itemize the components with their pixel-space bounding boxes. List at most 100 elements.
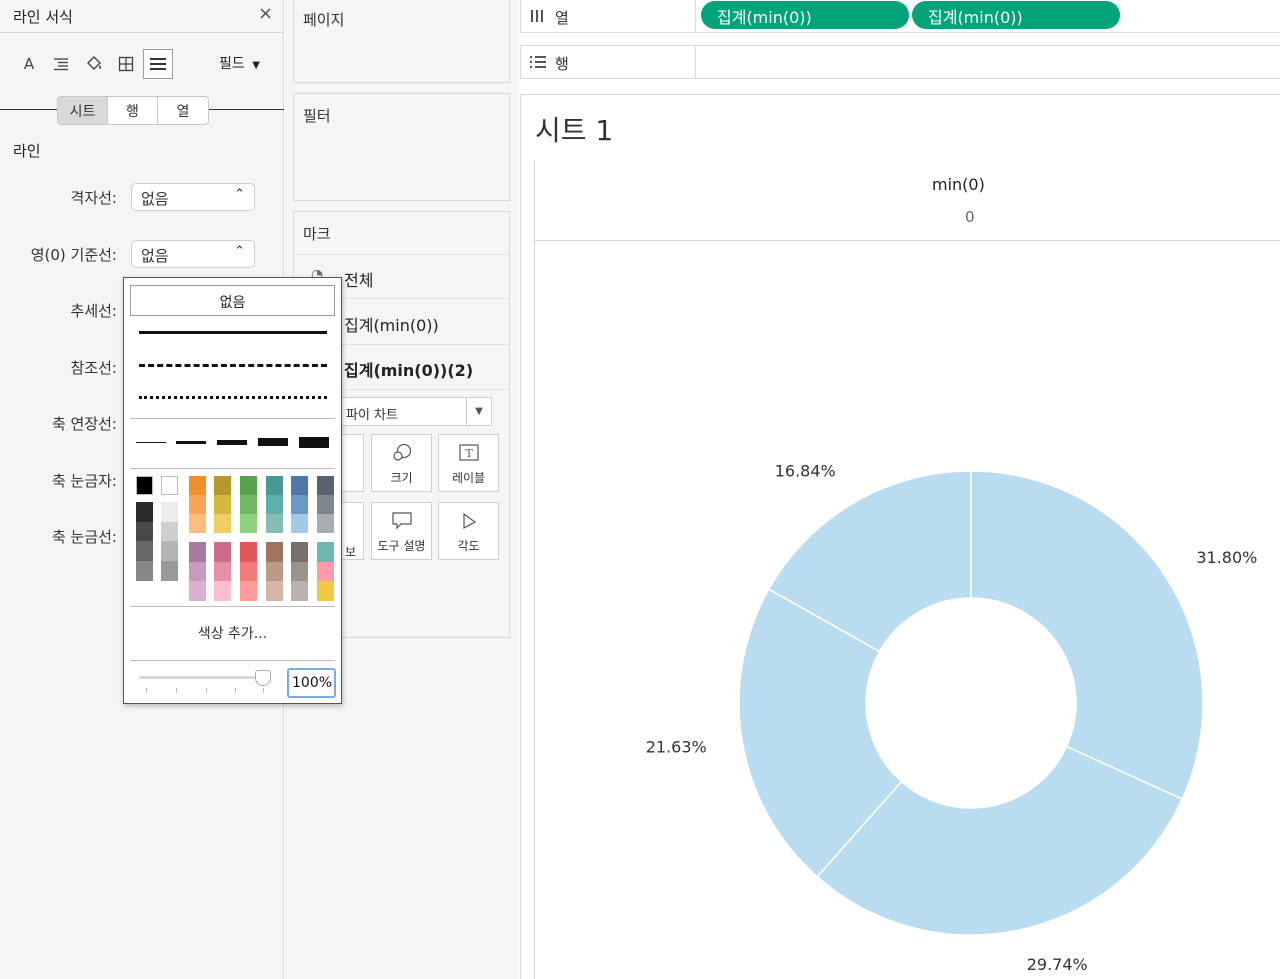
color-swatch[interactable] bbox=[161, 541, 178, 561]
text-label-icon: T bbox=[439, 443, 498, 465]
color-swatch[interactable] bbox=[266, 514, 283, 533]
color-swatch[interactable] bbox=[214, 476, 231, 495]
color-swatch[interactable] bbox=[317, 581, 334, 601]
color-swatch[interactable] bbox=[161, 521, 178, 542]
chevron-down-icon: ▼ bbox=[466, 398, 491, 425]
angle-icon bbox=[439, 511, 498, 533]
slider-tick bbox=[146, 688, 147, 693]
color-swatch[interactable] bbox=[161, 502, 178, 522]
line-weight-5[interactable] bbox=[299, 437, 329, 448]
lines-format-icon[interactable] bbox=[143, 49, 173, 79]
color-swatch[interactable] bbox=[291, 514, 308, 533]
color-swatch[interactable] bbox=[291, 542, 308, 562]
color-swatch[interactable] bbox=[317, 514, 334, 533]
gridlines-select[interactable]: 없음 ⌃ bbox=[131, 183, 255, 211]
line-none-option[interactable]: 없음 bbox=[130, 285, 335, 316]
field-menu-button[interactable]: 필드 ▼ bbox=[219, 53, 260, 73]
tab-sheet[interactable]: 시트 bbox=[58, 97, 108, 124]
color-swatch[interactable] bbox=[189, 476, 206, 495]
color-swatch[interactable] bbox=[189, 542, 206, 562]
filters-card-title: 필터 bbox=[303, 107, 331, 125]
color-swatch[interactable] bbox=[240, 542, 257, 562]
color-swatch[interactable] bbox=[214, 561, 231, 582]
size-button-label: 크기 bbox=[390, 471, 413, 485]
slider-tick bbox=[263, 688, 264, 693]
donut-slice[interactable] bbox=[970, 470, 1204, 801]
rows-shelf[interactable]: 행 bbox=[520, 45, 1280, 79]
color-swatch[interactable] bbox=[136, 476, 153, 495]
borders-icon[interactable] bbox=[111, 49, 141, 79]
tab-rows[interactable]: 행 bbox=[108, 97, 158, 124]
color-swatch[interactable] bbox=[189, 561, 206, 582]
line-dashed-option[interactable] bbox=[139, 364, 327, 367]
tab-columns[interactable]: 열 bbox=[158, 97, 208, 124]
close-icon[interactable]: × bbox=[258, 3, 273, 24]
column-pill-1[interactable]: 집계(min(0)) bbox=[701, 1, 909, 29]
shading-bucket-icon[interactable] bbox=[79, 49, 109, 79]
color-swatch[interactable] bbox=[161, 560, 178, 581]
gridlines-label: 격자선: bbox=[70, 189, 117, 207]
color-swatch[interactable] bbox=[291, 581, 308, 601]
opacity-slider-thumb[interactable] bbox=[255, 670, 271, 686]
mark-type-select[interactable]: 파이 차트 ▼ bbox=[333, 397, 492, 426]
opacity-slider-track[interactable] bbox=[139, 676, 263, 679]
color-swatch[interactable] bbox=[136, 521, 153, 542]
color-swatch[interactable] bbox=[266, 495, 283, 514]
filters-card[interactable]: 필터 bbox=[293, 93, 510, 201]
label-button[interactable]: T 레이블 bbox=[438, 434, 499, 492]
line-weight-2[interactable] bbox=[176, 441, 206, 444]
color-swatch[interactable] bbox=[161, 476, 178, 495]
angle-button[interactable]: 각도 bbox=[438, 502, 499, 560]
font-format-icon[interactable]: A bbox=[14, 49, 44, 79]
pages-card[interactable]: 페이지 bbox=[293, 0, 510, 83]
color-swatch[interactable] bbox=[214, 495, 231, 514]
line-weight-1[interactable] bbox=[136, 442, 166, 443]
color-swatch[interactable] bbox=[214, 542, 231, 562]
color-swatch[interactable] bbox=[291, 561, 308, 582]
slider-tick bbox=[206, 688, 207, 693]
color-swatch[interactable] bbox=[317, 495, 334, 514]
color-swatch[interactable] bbox=[317, 561, 334, 582]
color-swatch[interactable] bbox=[136, 541, 153, 561]
tooltip-button[interactable]: 도구 설명 bbox=[371, 502, 432, 560]
color-swatch[interactable] bbox=[240, 476, 257, 495]
color-swatch[interactable] bbox=[136, 502, 153, 522]
color-swatch[interactable] bbox=[266, 561, 283, 582]
size-button[interactable]: 크기 bbox=[371, 434, 432, 492]
line-weight-4[interactable] bbox=[258, 438, 288, 446]
color-swatch[interactable] bbox=[214, 514, 231, 533]
separator bbox=[130, 606, 335, 607]
worksheet-view: 시트 1 min(0) 0 31.80% 29.74% 21.63% 16.84% bbox=[520, 94, 1280, 979]
add-color-button[interactable]: 색상 추가... bbox=[124, 623, 341, 643]
color-swatch[interactable] bbox=[240, 581, 257, 601]
line-solid-option[interactable] bbox=[139, 331, 327, 334]
color-swatch[interactable] bbox=[189, 581, 206, 601]
line-style-popup: 없음 색상 추가... 100% bbox=[123, 277, 342, 704]
color-swatch[interactable] bbox=[317, 542, 334, 562]
color-swatch[interactable] bbox=[266, 542, 283, 562]
color-swatch[interactable] bbox=[266, 476, 283, 495]
color-swatch[interactable] bbox=[240, 561, 257, 582]
zero-line-select[interactable]: 없음 ⌃ bbox=[131, 240, 255, 268]
slice-label: 16.84% bbox=[775, 462, 836, 481]
marks-row-label: 집계(min(0)) bbox=[344, 316, 439, 335]
color-swatch[interactable] bbox=[214, 581, 231, 601]
line-dotted-option[interactable] bbox=[139, 396, 327, 399]
color-swatch[interactable] bbox=[240, 495, 257, 514]
color-swatch[interactable] bbox=[317, 476, 334, 495]
color-swatch[interactable] bbox=[291, 495, 308, 514]
column-pill-2[interactable]: 집계(min(0)) bbox=[912, 1, 1120, 29]
columns-label-text: 열 bbox=[555, 9, 569, 27]
opacity-input[interactable]: 100% bbox=[287, 668, 336, 698]
alignment-icon[interactable] bbox=[46, 49, 76, 79]
columns-shelf[interactable]: 열 집계(min(0)) 집계(min(0)) bbox=[520, 0, 1280, 33]
line-weight-3[interactable] bbox=[217, 440, 247, 445]
reference-lines-label: 참조선: bbox=[70, 359, 117, 377]
tooltip-icon bbox=[372, 511, 431, 533]
color-swatch[interactable] bbox=[189, 514, 206, 533]
color-swatch[interactable] bbox=[266, 581, 283, 601]
color-swatch[interactable] bbox=[291, 476, 308, 495]
color-swatch[interactable] bbox=[136, 560, 153, 581]
color-swatch[interactable] bbox=[189, 495, 206, 514]
color-swatch[interactable] bbox=[240, 514, 257, 533]
